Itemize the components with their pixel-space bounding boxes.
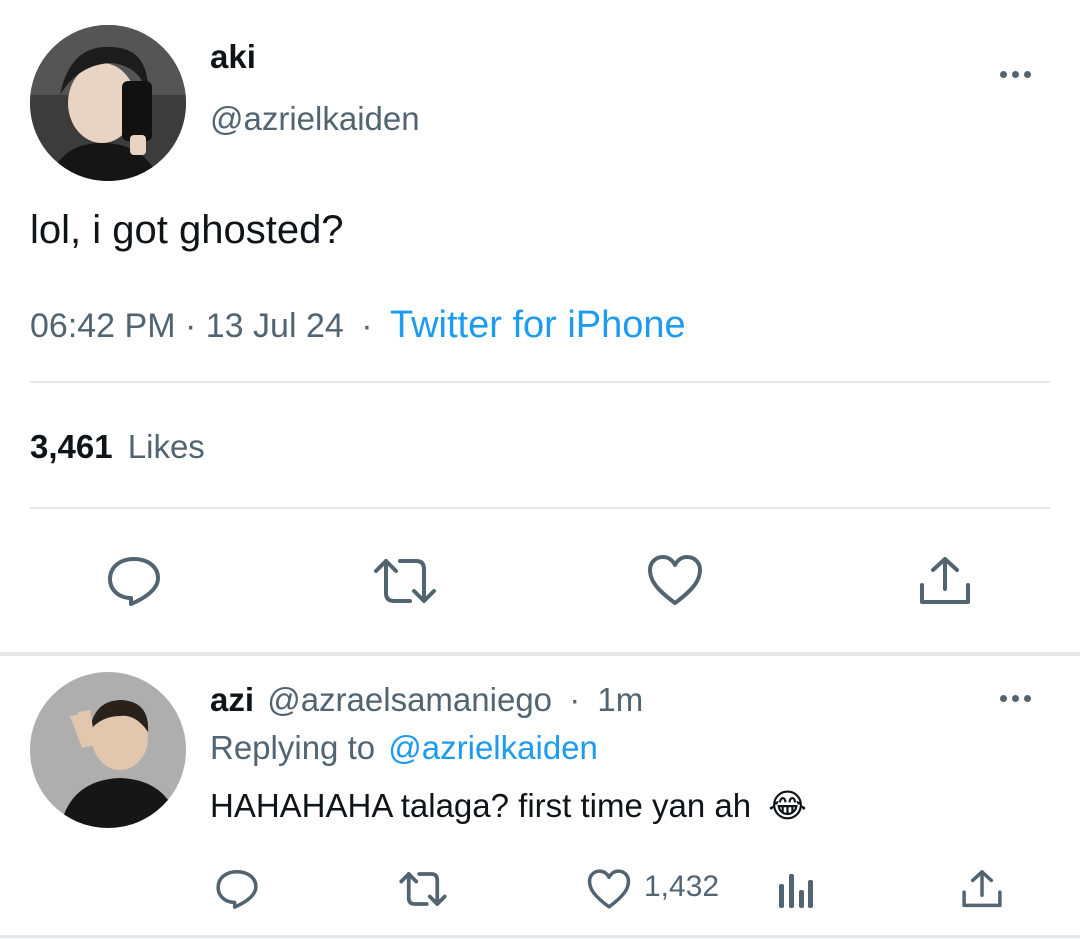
replying-to: Replying to @azrielkaiden (210, 729, 598, 767)
tweet-date: 13 Jul 24 (205, 307, 344, 345)
likes-count: 3,461 (30, 428, 113, 465)
author-avatar[interactable] (30, 25, 186, 181)
reply-header: azi @azraelsamaniego · 1m (210, 681, 643, 719)
retweet-icon[interactable] (372, 557, 438, 605)
reply-avatar[interactable] (30, 672, 186, 828)
likes-stat[interactable]: 3,461 Likes (30, 428, 205, 466)
share-icon[interactable] (918, 555, 972, 607)
divider (0, 935, 1080, 938)
likes-label: Likes (127, 428, 205, 465)
analytics-icon[interactable] (777, 870, 815, 910)
tweet-source-link[interactable]: Twitter for iPhone (390, 304, 686, 346)
laughing-emoji-icon: 😂 (768, 786, 807, 825)
reply-icon[interactable] (215, 868, 259, 910)
tweet-text: lol, i got ghosted? (30, 208, 344, 252)
share-icon[interactable] (961, 868, 1003, 910)
meta-separator: · (184, 307, 197, 345)
more-icon[interactable] (1000, 71, 1031, 78)
author-display-name[interactable]: aki (210, 38, 256, 76)
meta-separator: · (361, 307, 373, 345)
reply-text: HAHAHAHA talaga? first time yan ah (210, 787, 752, 824)
reply-handle[interactable]: @azraelsamaniego (267, 681, 552, 718)
reply-dot: · (569, 681, 581, 718)
author-handle[interactable]: @azrielkaiden (210, 100, 420, 138)
more-icon[interactable] (1000, 695, 1031, 702)
replying-handle-link[interactable]: @azrielkaiden (388, 729, 598, 766)
section-divider (0, 652, 1080, 656)
reply-time: 1m (597, 681, 644, 718)
tweet-meta: 06:42 PM · 13 Jul 24 · Twitter for iPhon… (30, 304, 686, 347)
reply-text-row: HAHAHAHA talaga? first time yan ah 😂 (210, 786, 807, 825)
reply-display-name[interactable]: azi (210, 681, 254, 718)
divider (30, 507, 1050, 509)
reply-like-count: 1,432 (644, 870, 720, 903)
divider (30, 381, 1050, 383)
retweet-icon[interactable] (398, 871, 448, 907)
reply-icon[interactable] (106, 555, 162, 607)
like-icon[interactable] (586, 868, 632, 910)
replying-prefix: Replying to (210, 729, 376, 766)
like-icon[interactable] (646, 553, 704, 607)
tweet-time: 06:42 PM (30, 307, 176, 345)
